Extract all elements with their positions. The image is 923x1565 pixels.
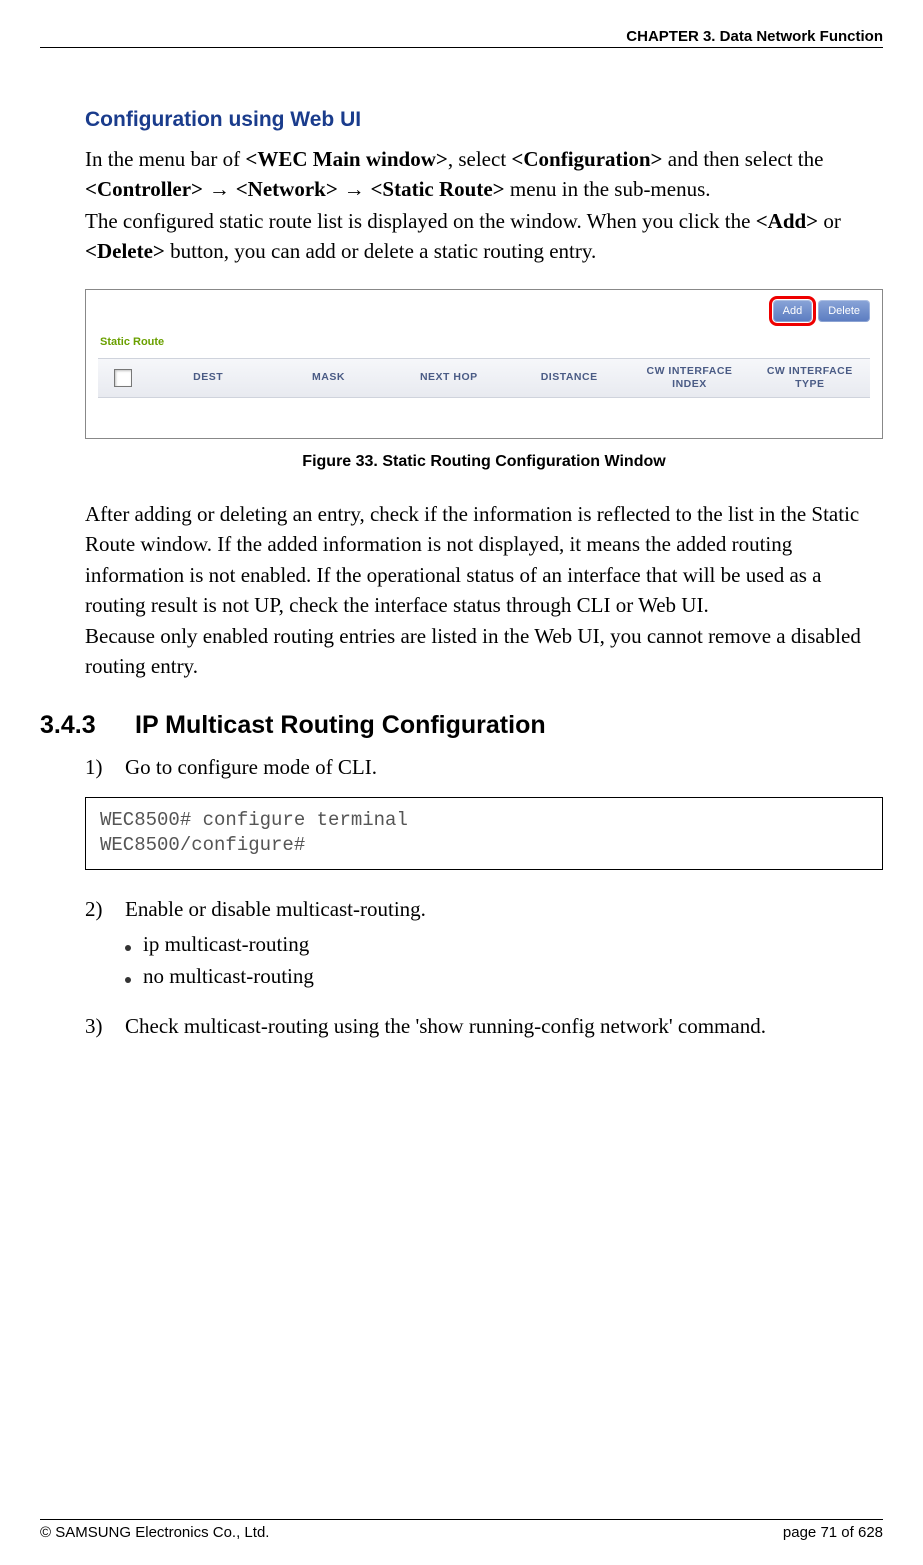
bold-wec-main: <WEC Main window> bbox=[245, 147, 447, 171]
step-number: 1) bbox=[85, 752, 125, 782]
col-cw-index: CW INTERFACE INDEX bbox=[629, 365, 749, 390]
paragraph-nav-instructions: In the menu bar of <WEC Main window>, se… bbox=[85, 144, 883, 267]
bold-delete: <Delete> bbox=[85, 239, 165, 263]
text: menu in the sub-menus. bbox=[505, 177, 711, 201]
step-3: 3) Check multicast-routing using the 'sh… bbox=[85, 1011, 883, 1041]
footer-copyright: © SAMSUNG Electronics Co., Ltd. bbox=[40, 1524, 269, 1541]
section-title-multicast: IP Multicast Routing Configuration bbox=[135, 711, 546, 740]
col-distance: DISTANCE bbox=[509, 371, 629, 384]
section-number: 3.4.3 bbox=[40, 711, 135, 740]
text: , select bbox=[448, 147, 512, 171]
delete-button[interactable]: Delete bbox=[818, 300, 870, 322]
col-mask: MASK bbox=[268, 371, 388, 384]
text: button, you can add or delete a static r… bbox=[165, 239, 596, 263]
text: After adding or deleting an entry, check… bbox=[85, 502, 859, 617]
bullet-ip-multicast: ip multicast-routing bbox=[125, 929, 883, 959]
text: or bbox=[818, 209, 841, 233]
code-block-cli: WEC8500# configure terminal WEC8500/conf… bbox=[85, 797, 883, 870]
bold-network: <Network> bbox=[236, 177, 338, 201]
footer-page-number: page 71 of 628 bbox=[783, 1524, 883, 1541]
page-header: CHAPTER 3. Data Network Function bbox=[40, 28, 883, 48]
paragraph-after-figure: After adding or deleting an entry, check… bbox=[85, 499, 883, 682]
bullet-text: ip multicast-routing bbox=[143, 929, 309, 959]
table-header-row: DEST MASK NEXT HOP DISTANCE CW INTERFACE… bbox=[98, 358, 870, 398]
bold-controller: <Controller> bbox=[85, 177, 203, 201]
text: The configured static route list is disp… bbox=[85, 209, 756, 233]
panel-label-static-route: Static Route bbox=[100, 336, 870, 348]
bold-configuration: <Configuration> bbox=[511, 147, 662, 171]
select-all-checkbox[interactable] bbox=[114, 369, 132, 387]
bullet-icon bbox=[125, 945, 131, 951]
col-cw-type: CW INTERFACE TYPE bbox=[750, 365, 870, 390]
bullet-icon bbox=[125, 977, 131, 983]
arrow-icon: → bbox=[338, 178, 371, 201]
text: In the menu bar of bbox=[85, 147, 245, 171]
step-text: Go to configure mode of CLI. bbox=[125, 752, 377, 782]
step-text: Enable or disable multicast-routing. bbox=[125, 894, 883, 924]
step-number: 3) bbox=[85, 1011, 125, 1041]
bullet-no-multicast: no multicast-routing bbox=[125, 961, 883, 991]
col-dest: DEST bbox=[148, 371, 268, 384]
step-text: Check multicast-routing using the 'show … bbox=[125, 1011, 766, 1041]
bold-static-route: <Static Route> bbox=[370, 177, 504, 201]
step-1: 1) Go to configure mode of CLI. bbox=[85, 752, 883, 782]
add-button[interactable]: Add bbox=[773, 300, 813, 322]
col-nexthop: NEXT HOP bbox=[389, 371, 509, 384]
bullet-text: no multicast-routing bbox=[143, 961, 314, 991]
step-number: 2) bbox=[85, 894, 125, 993]
figure-caption: Figure 33. Static Routing Configuration … bbox=[85, 453, 883, 471]
figure-static-route-window: Add Delete Static Route DEST MASK NEXT H… bbox=[85, 289, 883, 439]
text: and then select the bbox=[663, 147, 824, 171]
bold-add: <Add> bbox=[756, 209, 818, 233]
section-title-web-ui: Configuration using Web UI bbox=[85, 108, 883, 132]
step-2: 2) Enable or disable multicast-routing. … bbox=[85, 894, 883, 993]
arrow-icon: → bbox=[203, 178, 236, 201]
text: Because only enabled routing entries are… bbox=[85, 624, 861, 678]
